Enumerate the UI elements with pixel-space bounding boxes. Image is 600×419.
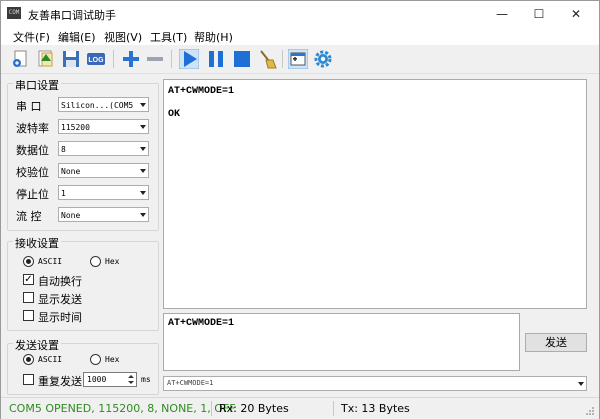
baudrate-label: 波特率 [16, 122, 49, 135]
menu-view[interactable]: 视图(V) [104, 29, 142, 45]
baudrate-select[interactable]: 115200 [58, 119, 149, 134]
send-hex-radio[interactable] [90, 354, 101, 365]
receive-textarea[interactable]: AT+CWMODE=1 OK [163, 79, 587, 309]
baudrate-value: 115200 [61, 123, 90, 132]
stop-icon[interactable] [232, 49, 252, 69]
port-select[interactable]: Silicon...(COM5 [58, 97, 149, 112]
status-separator [211, 401, 212, 416]
databits-label: 数据位 [16, 144, 49, 157]
title-bar: COM 友善串口调试助手 — ☐ ✕ [1, 1, 599, 27]
rx-count: Rx: 20 Bytes [219, 402, 289, 415]
toolbar-separator [171, 50, 172, 68]
send-ascii-radio[interactable] [23, 354, 34, 365]
chevron-down-icon [140, 213, 146, 217]
chevron-down-icon [578, 382, 584, 386]
receive-line: AT+CWMODE=1 [168, 86, 235, 97]
parity-value: None [61, 167, 81, 176]
receive-line: OK [168, 109, 181, 120]
pause-icon[interactable] [206, 49, 226, 69]
receive-ascii-radio[interactable] [23, 256, 34, 267]
toolbar: LOG [1, 45, 599, 74]
repeat-send-checkbox[interactable] [23, 374, 34, 385]
databits-select[interactable]: 8 [58, 141, 149, 156]
show-send-label: 显示发送 [38, 293, 82, 306]
status-bar: COM5 OPENED, 115200, 8, NONE, 1, OFF Rx:… [1, 397, 599, 419]
send-settings-title: 发送设置 [13, 337, 61, 353]
log-icon[interactable]: LOG [86, 49, 106, 69]
spinner-arrows-icon[interactable] [127, 374, 135, 385]
receive-ascii-label: ASCII [38, 257, 63, 266]
stopbits-label: 停止位 [16, 188, 49, 201]
resize-grip-icon[interactable] [585, 406, 595, 416]
show-time-label: 显示时间 [38, 311, 82, 324]
menu-help[interactable]: 帮助(H) [194, 29, 233, 45]
auto-wrap-checkbox[interactable]: ✓ [23, 274, 34, 285]
log-icon-label: LOG [88, 57, 104, 64]
chevron-down-icon [140, 169, 146, 173]
menu-file[interactable]: 文件(F) [13, 29, 50, 45]
window-layout-icon[interactable] [288, 49, 308, 69]
menu-edit[interactable]: 编辑(E) [58, 29, 96, 45]
minimize-button[interactable]: — [485, 1, 519, 27]
plus-icon[interactable] [121, 49, 141, 69]
window-title: 友善串口调试助手 [28, 9, 116, 22]
new-icon[interactable] [11, 49, 31, 69]
chevron-down-icon [140, 191, 146, 195]
app-icon: COM [7, 7, 21, 19]
parity-label: 校验位 [16, 166, 49, 179]
toolbar-separator [282, 50, 283, 68]
flowcontrol-label: 流 控 [16, 210, 42, 223]
port-status: COM5 OPENED, 115200, 8, NONE, 1, OFF [9, 402, 236, 415]
send-button[interactable]: 发送 [525, 333, 587, 352]
play-icon[interactable] [179, 49, 199, 69]
repeat-send-label: 重复发送 [38, 375, 82, 388]
send-hex-label: Hex [105, 355, 120, 364]
databits-value: 8 [61, 145, 66, 154]
repeat-interval-unit: ms [141, 375, 151, 384]
show-send-checkbox[interactable] [23, 292, 34, 303]
send-ascii-label: ASCII [38, 355, 63, 364]
flowcontrol-select[interactable]: None [58, 207, 149, 222]
parity-select[interactable]: None [58, 163, 149, 178]
port-label: 串 口 [16, 100, 42, 113]
receive-hex-label: Hex [105, 257, 120, 266]
auto-wrap-label: 自动换行 [38, 275, 82, 288]
settings-gear-icon[interactable] [313, 49, 333, 69]
send-text: AT+CWMODE=1 [168, 318, 235, 329]
send-textarea[interactable]: AT+CWMODE=1 [163, 313, 520, 371]
menu-bar: 文件(F) 编辑(E) 视图(V) 工具(T) 帮助(H) [1, 27, 599, 45]
save-icon[interactable] [61, 49, 81, 69]
tx-count: Tx: 13 Bytes [341, 402, 410, 415]
show-time-checkbox[interactable] [23, 310, 34, 321]
open-icon[interactable] [36, 49, 56, 69]
menu-tools[interactable]: 工具(T) [150, 29, 187, 45]
repeat-interval-value: 1000 [87, 375, 107, 384]
send-history-select[interactable]: AT+CWMODE=1 [163, 376, 587, 391]
app-window: COM 友善串口调试助手 — ☐ ✕ 文件(F) 编辑(E) 视图(V) 工具(… [0, 0, 600, 419]
receive-settings-title: 接收设置 [13, 235, 61, 251]
receive-hex-radio[interactable] [90, 256, 101, 267]
stopbits-select[interactable]: 1 [58, 185, 149, 200]
repeat-interval-input[interactable]: 1000 [83, 372, 137, 387]
chevron-down-icon [140, 147, 146, 151]
maximize-button[interactable]: ☐ [522, 1, 556, 27]
close-button[interactable]: ✕ [559, 1, 593, 27]
minus-icon[interactable] [145, 49, 165, 69]
flowcontrol-value: None [61, 211, 81, 220]
chevron-down-icon [140, 125, 146, 129]
send-history-value: AT+CWMODE=1 [167, 379, 214, 387]
clear-broom-icon[interactable] [257, 49, 277, 69]
toolbar-separator [113, 50, 114, 68]
status-separator [333, 401, 334, 416]
chevron-down-icon [140, 103, 146, 107]
stopbits-value: 1 [61, 189, 66, 198]
port-value: Silicon...(COM5 [61, 101, 134, 110]
serial-settings-title: 串口设置 [13, 77, 61, 93]
